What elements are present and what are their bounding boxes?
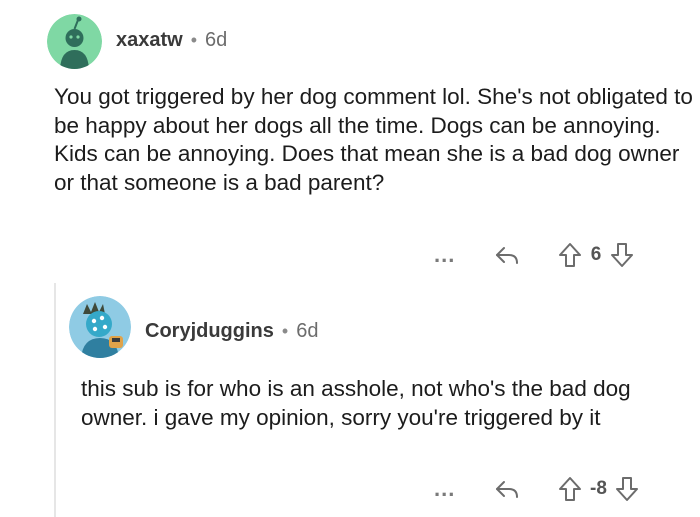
comment-actions: ... 6 [434,242,634,268]
comment-xaxatw: xaxatw • 6d You got triggered by her dog… [0,0,700,280]
comment-coryjduggins: Coryjduggins • 6d this sub is for who is… [0,283,700,517]
comment-body: this sub is for who is an asshole, not w… [81,376,631,430]
upvote-arrow-icon[interactable] [558,476,582,502]
more-dots-icon[interactable]: ... [434,244,468,266]
username[interactable]: xaxatw [116,29,183,52]
downvote-arrow-icon[interactable] [615,476,639,502]
comment-meta: xaxatw • 6d [116,29,227,52]
vote-score: -8 [590,478,607,499]
comment-body: You got triggered by her dog comment lol… [54,84,693,195]
vote-score: 6 [590,244,602,265]
username[interactable]: Coryjduggins [145,320,274,343]
more-dots-icon[interactable]: ... [434,478,468,500]
avatar[interactable] [69,296,131,358]
snoo-avatar-icon [47,14,102,69]
comment-meta: Coryjduggins • 6d [145,320,318,343]
separator-dot: • [281,321,289,341]
reply-arrow-icon[interactable] [494,476,520,502]
reply-arrow-icon[interactable] [494,242,520,268]
comment-age: 6d [205,29,228,51]
comment-age: 6d [296,320,319,342]
avatar[interactable] [47,14,102,69]
separator-dot: • [190,30,198,50]
upvote-arrow-icon[interactable] [558,242,582,268]
snoo-avatar-icon [69,296,131,358]
downvote-arrow-icon[interactable] [610,242,634,268]
comment-actions: ... -8 [434,476,639,502]
